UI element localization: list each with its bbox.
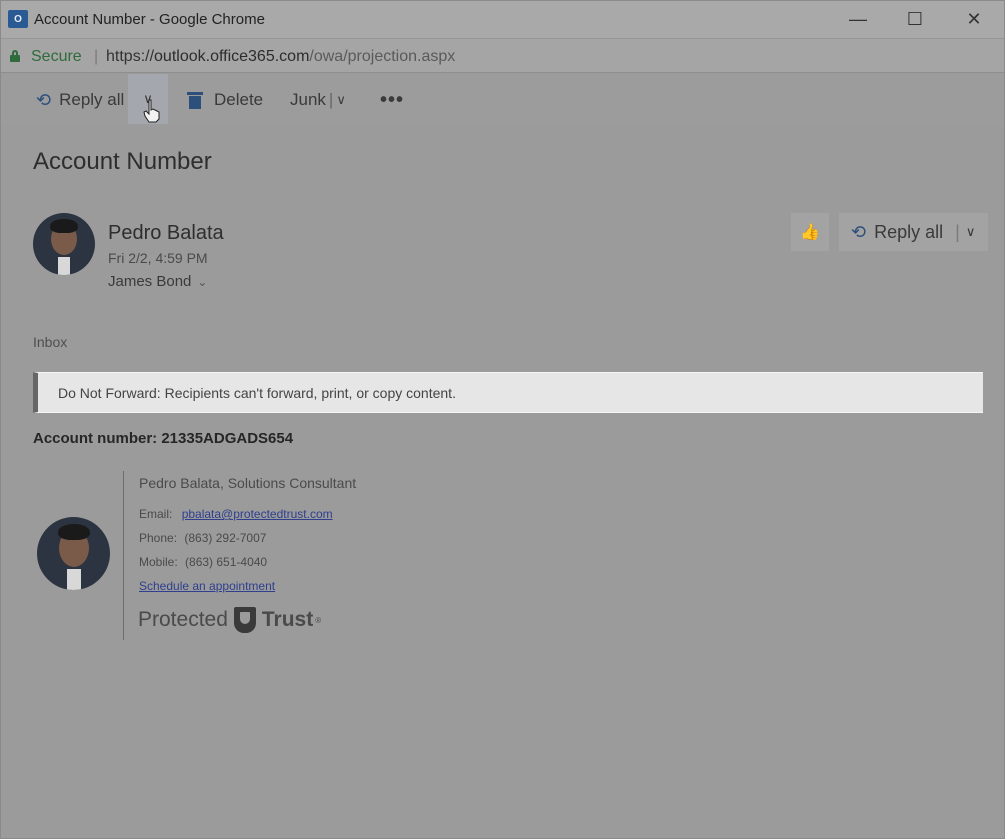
recipient-list[interactable]: James Bond ⌄ (108, 273, 207, 290)
phone-number: (863) 292-7007 (184, 531, 267, 545)
chevron-down-icon[interactable]: ∨ (966, 224, 976, 240)
delete-label: Delete (214, 90, 264, 109)
lock-icon[interactable] (10, 50, 20, 62)
address-separator: | (94, 48, 99, 65)
browser-window: O Account Number - Google Chrome — ☐ ✕ S… (0, 0, 1005, 839)
reply-all-label: Reply all (59, 90, 125, 109)
junk-label: Junk (290, 90, 326, 109)
signature-email: Email: pbalata@protectedtrust.com (139, 507, 333, 521)
sent-date: Fri 2/2, 4:59 PM (108, 250, 208, 266)
logo-registered-mark: ® (315, 615, 322, 625)
mobile-label: Mobile: (139, 555, 178, 569)
minimize-button[interactable]: — (843, 7, 873, 31)
recipient-name: James Bond (108, 273, 192, 290)
outlook-app-icon: O (8, 10, 28, 28)
secure-label[interactable]: Secure (31, 48, 82, 66)
expand-recipients-icon[interactable]: ⌄ (197, 275, 207, 289)
more-actions-button[interactable]: ••• (380, 87, 404, 113)
message-subject: Account Number (33, 148, 212, 175)
signature-name: Pedro Balata, Solutions Consultant (139, 475, 357, 491)
email-link[interactable]: pbalata@protectedtrust.com (182, 507, 333, 521)
signature-divider (123, 471, 124, 640)
reply-all-button[interactable]: ⟲ Reply all (36, 87, 124, 113)
title-bar: O Account Number - Google Chrome — ☐ ✕ (1, 1, 1004, 38)
reply-all-icon: ⟲ (36, 89, 52, 110)
mobile-number: (863) 651-4040 (185, 555, 268, 569)
maximize-button[interactable]: ☐ (900, 7, 930, 31)
folder-label[interactable]: Inbox (33, 334, 67, 350)
signature-avatar (37, 517, 110, 590)
protection-banner: Do Not Forward: Recipients can't forward… (33, 372, 983, 413)
message-body: Account number: 21335ADGADS654 (33, 430, 294, 447)
junk-separator: | (328, 90, 334, 109)
url-path: /owa/projection.aspx (309, 48, 456, 65)
url-scheme: https:// (106, 48, 155, 65)
close-window-button[interactable]: ✕ (959, 7, 989, 31)
logo-text-right: Trust (261, 608, 314, 631)
message-reply-all-button[interactable]: ⟲ Reply all | ∨ (839, 213, 988, 251)
sender-avatar[interactable] (33, 213, 95, 275)
schedule-appointment-link[interactable]: Schedule an appointment (139, 579, 275, 593)
thumbs-up-icon: 👍 (800, 224, 820, 241)
reply-all-icon: ⟲ (851, 221, 867, 242)
email-label: Email: (139, 507, 173, 521)
junk-button[interactable]: Junk | ∨ (290, 87, 346, 113)
signature-mobile: Mobile: (863) 651-4040 (139, 555, 267, 569)
sender-name[interactable]: Pedro Balata (108, 222, 224, 245)
window-title: Account Number - Google Chrome (34, 11, 265, 28)
signature-phone: Phone: (863) 292-7007 (139, 531, 266, 545)
protected-trust-logo: Protected Trust ® (138, 605, 321, 635)
delete-button[interactable]: Delete (187, 87, 264, 113)
shield-icon (233, 607, 256, 633)
hand-cursor-icon (143, 99, 160, 123)
address-bar[interactable]: Secure | https://outlook.office365.com/o… (1, 38, 1004, 73)
trash-icon (187, 91, 203, 109)
like-button[interactable]: 👍 (791, 213, 829, 251)
reply-all-label: Reply all (874, 221, 944, 242)
split-divider: | (955, 221, 960, 242)
url-text[interactable]: https://outlook.office365.com/owa/projec… (106, 48, 455, 66)
phone-label: Phone: (139, 531, 178, 545)
url-host: outlook.office365.com (154, 48, 310, 65)
chevron-down-icon: ∨ (336, 92, 346, 107)
logo-text-left: Protected (138, 608, 228, 631)
